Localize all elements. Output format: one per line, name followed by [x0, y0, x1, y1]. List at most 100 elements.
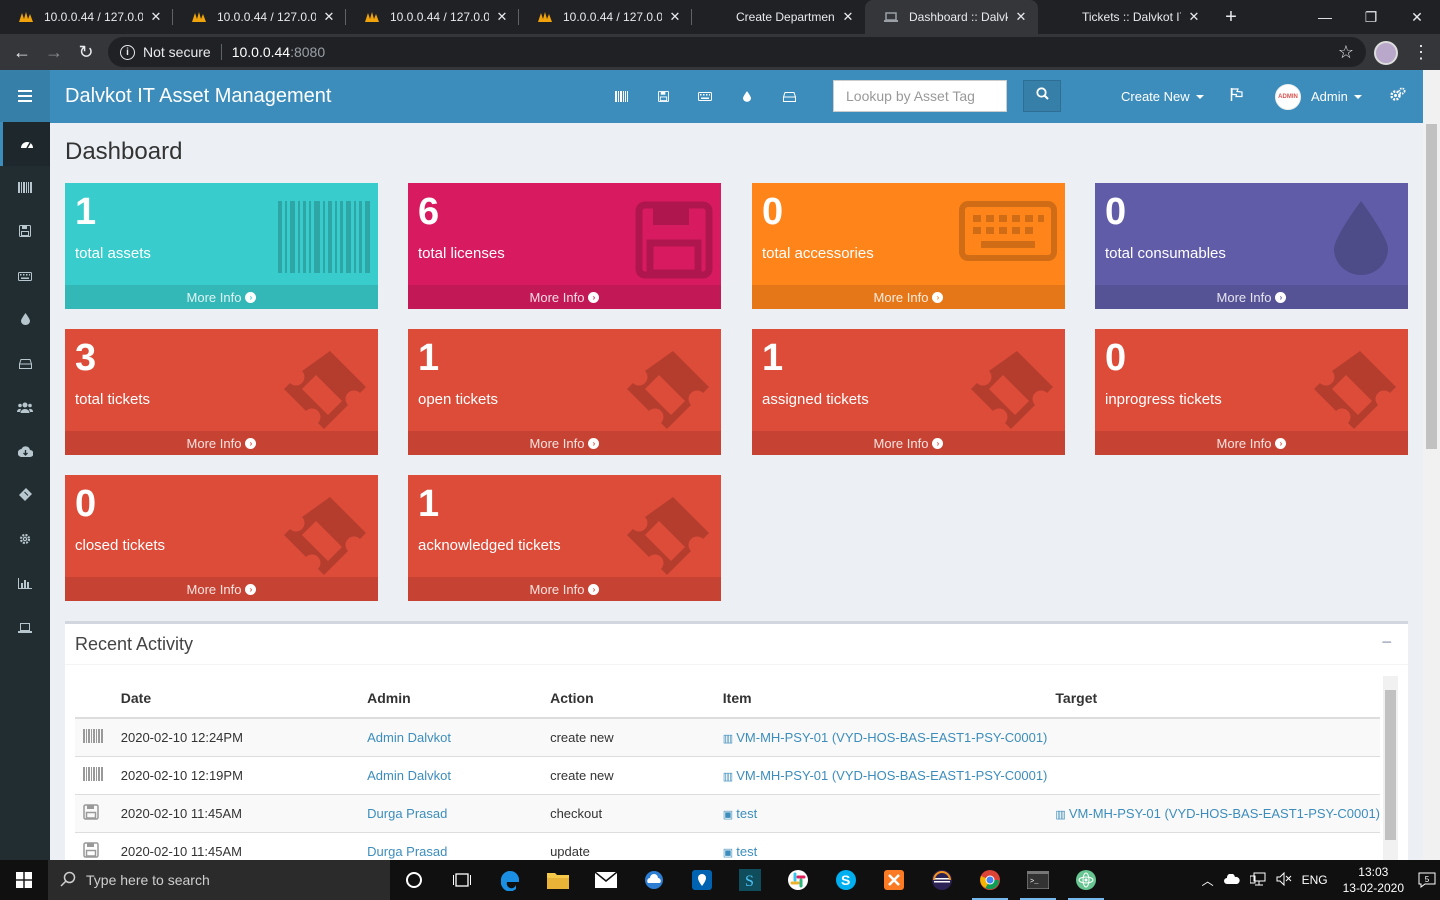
more-info-link[interactable]: More Info › [1095, 431, 1408, 455]
skype-icon[interactable]: S [822, 860, 870, 900]
sidebar-item-settings[interactable] [0, 518, 50, 562]
more-info-link[interactable]: More Info › [752, 285, 1065, 309]
activity-item-link[interactable]: ▣ test [714, 793, 1048, 832]
sidebar-item-components[interactable] [0, 342, 50, 386]
more-info-link[interactable]: More Info › [65, 285, 378, 309]
more-info-link[interactable]: More Info › [752, 431, 1065, 455]
cogs-icon[interactable] [1390, 87, 1406, 106]
sidebar-item-assets[interactable] [0, 166, 50, 210]
browser-tab[interactable]: Create Department :: ✕ [692, 0, 865, 34]
column-header[interactable]: Item [714, 678, 1048, 719]
profile-avatar[interactable] [1374, 41, 1398, 65]
app-brand[interactable]: Dalvkot IT Asset Management [65, 85, 331, 108]
more-info-link[interactable]: More Info › [408, 285, 721, 309]
cortana-icon[interactable] [390, 860, 438, 900]
activity-admin-link[interactable]: Durga Prasad [359, 793, 543, 832]
cloud-app-icon[interactable] [630, 860, 678, 900]
column-header[interactable]: Action [542, 678, 715, 719]
activity-item-link[interactable]: ▥ VM-MH-PSY-01 (VYD-HOS-BAS-EAST1-PSY-C0… [714, 755, 1048, 794]
forward-icon[interactable]: → [38, 42, 70, 63]
asset-tag-search-input[interactable]: Lookup by Asset Tag [833, 80, 1007, 112]
column-header[interactable]: Date [112, 678, 360, 719]
activity-item-link[interactable]: ▥ VM-MH-PSY-01 (VYD-HOS-BAS-EAST1-PSY-C0… [714, 717, 1048, 756]
sidebar-item-accessories[interactable] [0, 254, 50, 298]
user-menu[interactable]: ADMIN Admin [1275, 70, 1362, 123]
tint-icon[interactable] [726, 91, 768, 102]
close-tab-icon[interactable]: ✕ [841, 9, 855, 25]
activity-item-link[interactable]: ▣ test [714, 831, 1048, 860]
more-info-link[interactable]: More Info › [65, 577, 378, 601]
close-tab-icon[interactable]: ✕ [322, 9, 336, 25]
browser-tab[interactable]: 10.0.0.44 / 127.0.0.1 ✕ [519, 0, 692, 34]
sidebar-item-people[interactable] [0, 386, 50, 430]
close-tab-icon[interactable]: ✕ [149, 9, 163, 25]
terminal-icon[interactable]: >_ [1014, 860, 1062, 900]
atom-icon[interactable] [1062, 860, 1110, 900]
language-indicator[interactable]: ENG [1302, 873, 1328, 887]
back-icon[interactable]: ← [6, 42, 38, 63]
more-info-link[interactable]: More Info › [408, 431, 721, 455]
restore-icon[interactable]: ❐ [1348, 0, 1394, 34]
sidebar-item-consumables[interactable] [0, 298, 50, 342]
sidebar-item-tickets[interactable] [0, 474, 50, 518]
eclipse-icon[interactable] [918, 860, 966, 900]
clock[interactable]: 13:03 13-02-2020 [1343, 864, 1404, 896]
column-header[interactable]: Admin [359, 678, 543, 719]
chevron-up-icon[interactable]: ︿ [1202, 872, 1214, 889]
network-icon[interactable] [1249, 872, 1266, 889]
task-view-icon[interactable] [438, 860, 486, 900]
barcode-icon[interactable] [600, 91, 642, 102]
flag-icon[interactable] [1230, 88, 1243, 106]
address-bar[interactable]: i Not secure 10.0.0.44:8080 ☆ [108, 37, 1366, 67]
onedrive-icon[interactable] [1223, 873, 1240, 887]
column-header[interactable]: Target [1047, 678, 1380, 719]
sidebar-item-reports[interactable] [0, 562, 50, 606]
edge-icon[interactable] [486, 860, 534, 900]
table-scrollbar[interactable] [1383, 676, 1398, 860]
sql-app-icon[interactable]: S [726, 860, 774, 900]
floppy-icon[interactable] [642, 91, 684, 102]
minimize-icon[interactable]: — [1302, 0, 1348, 34]
sidebar-item-predefined-kits[interactable] [0, 430, 50, 474]
more-info-link[interactable]: More Info › [408, 577, 721, 601]
close-tab-icon[interactable]: ✕ [1187, 9, 1201, 25]
browser-tab[interactable]: 10.0.0.44 / 127.0.0.1 ✕ [0, 0, 173, 34]
close-tab-icon[interactable]: ✕ [668, 9, 682, 25]
sidebar-item-licenses[interactable] [0, 210, 50, 254]
maps-icon[interactable] [678, 860, 726, 900]
activity-admin-link[interactable]: Admin Dalvkot [359, 717, 543, 756]
page-scrollbar[interactable] [1423, 70, 1440, 860]
browser-tab[interactable]: Tickets :: Dalvkot IT A ✕ [1038, 0, 1211, 34]
notifications-icon[interactable]: 5 [1414, 872, 1440, 888]
slack-icon[interactable] [774, 860, 822, 900]
file-explorer-icon[interactable] [534, 860, 582, 900]
sidebar-item-requestable[interactable] [0, 606, 50, 650]
keyboard-icon[interactable] [684, 92, 726, 101]
more-info-link[interactable]: More Info › [1095, 285, 1408, 309]
activity-admin-link[interactable]: Durga Prasad [359, 831, 543, 860]
activity-admin-link[interactable]: Admin Dalvkot [359, 755, 543, 794]
mail-icon[interactable] [582, 860, 630, 900]
new-tab-button[interactable]: + [1211, 0, 1251, 34]
sidebar-item-dashboard[interactable] [0, 122, 50, 166]
browser-tab[interactable]: 10.0.0.44 / 127.0.0.1 ✕ [346, 0, 519, 34]
bookmark-star-icon[interactable]: ☆ [1338, 42, 1354, 63]
reload-icon[interactable]: ↻ [70, 42, 102, 63]
browser-menu-icon[interactable]: ⋮ [1412, 42, 1430, 63]
close-window-icon[interactable]: ✕ [1394, 0, 1440, 34]
search-button[interactable] [1023, 80, 1061, 112]
close-tab-icon[interactable]: ✕ [495, 9, 509, 25]
hdd-icon[interactable] [768, 91, 810, 102]
chrome-icon[interactable] [966, 860, 1014, 900]
collapse-icon[interactable]: − [1381, 632, 1392, 653]
browser-tab[interactable]: 10.0.0.44 / 127.0.0.1 ✕ [173, 0, 346, 34]
browser-tab-active[interactable]: Dashboard :: Dalvkot ✕ [865, 0, 1038, 34]
taskbar-search-input[interactable]: Type here to search [48, 860, 390, 900]
close-tab-icon[interactable]: ✕ [1014, 9, 1028, 25]
sidebar-toggle-icon[interactable] [0, 70, 50, 122]
windows-start-icon[interactable] [0, 860, 48, 900]
create-new-dropdown[interactable]: Create New [1121, 70, 1204, 123]
info-icon[interactable]: i [120, 44, 135, 60]
more-info-link[interactable]: More Info › [65, 431, 378, 455]
xampp-icon[interactable] [870, 860, 918, 900]
